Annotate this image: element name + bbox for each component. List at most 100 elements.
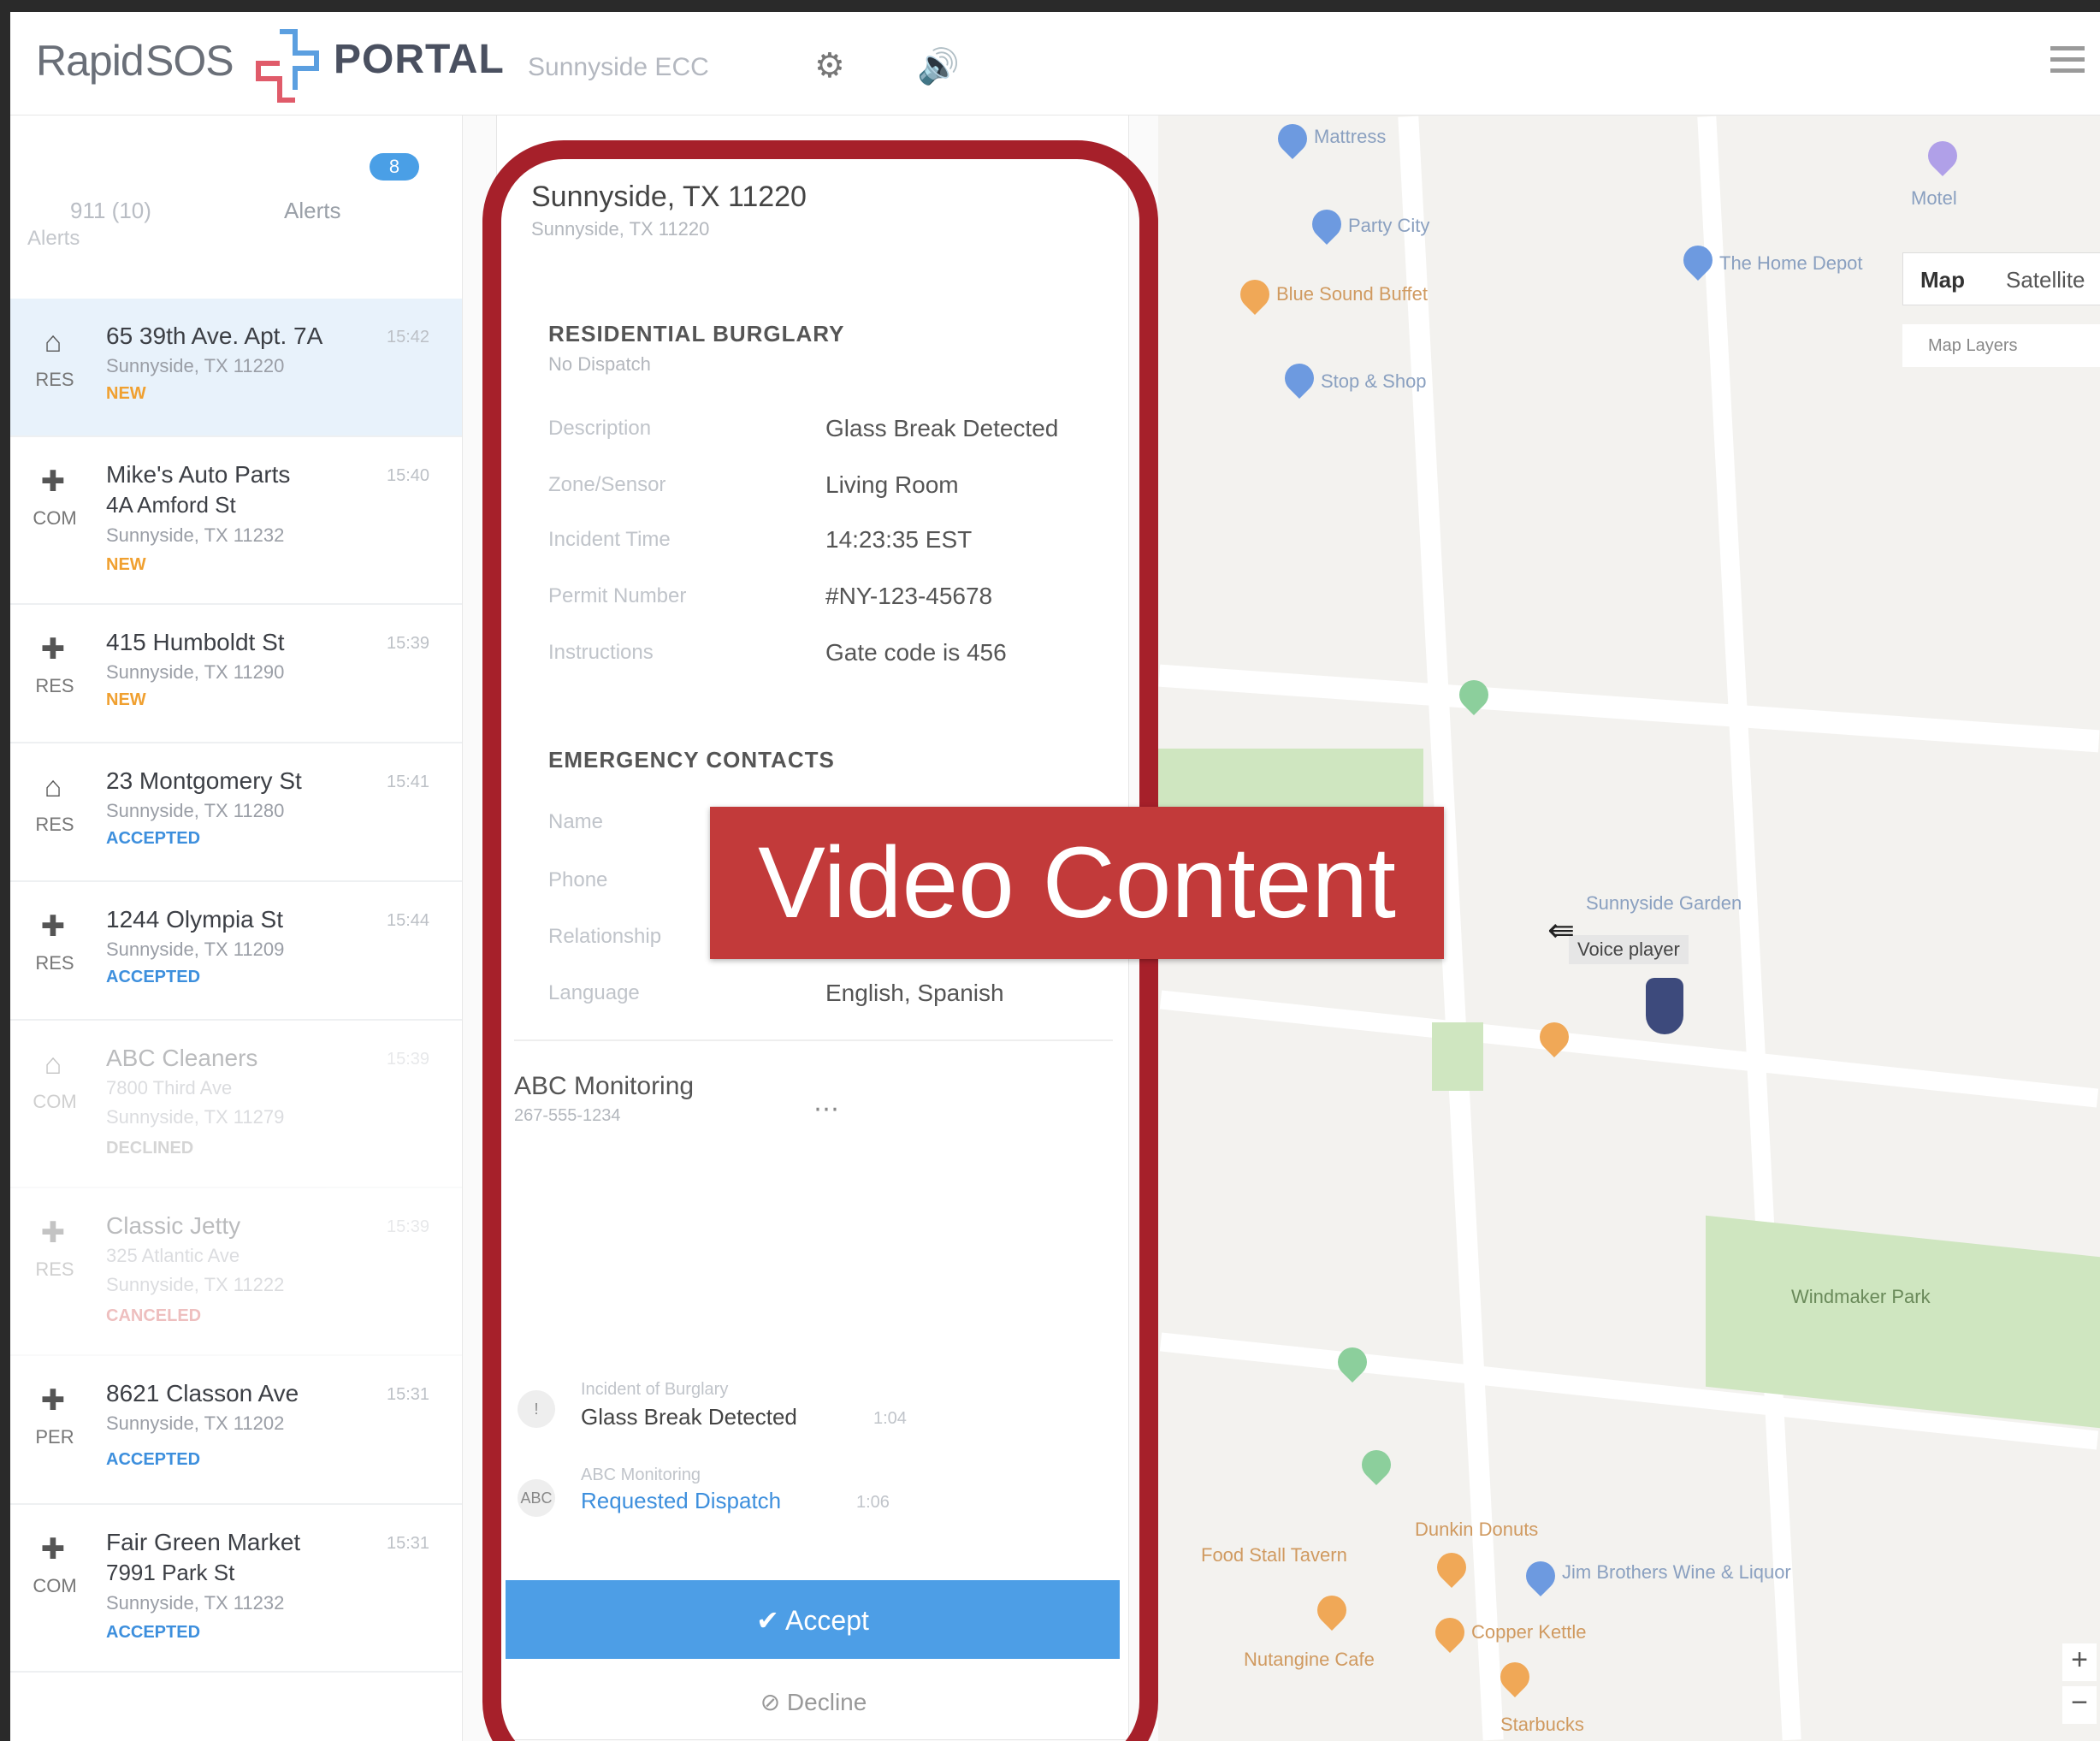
poi-label: Copper Kettle <box>1471 1621 1587 1643</box>
map-view-button[interactable]: Map <box>1920 267 1965 293</box>
alert-title: Classic Jetty <box>106 1212 241 1239</box>
alert-address: Sunnyside, TX 11202 <box>106 1412 285 1434</box>
status-badge: CANCELED <box>106 1306 202 1325</box>
alert-title: ABC Cleaners <box>106 1045 258 1071</box>
alerts-count-badge: 8 <box>370 153 419 181</box>
portal-title: PORTAL <box>334 37 505 82</box>
alert-type-code: RES <box>35 1258 74 1280</box>
alerts-sidebar: 911 (10) Alerts 8 Alerts ⌂ RES 65 39th A… <box>10 115 463 1741</box>
logo-text-rapid: Rapid <box>36 37 145 85</box>
poi-label: Motel <box>1911 187 1957 209</box>
zoom-out-button[interactable]: − <box>2062 1686 2097 1724</box>
incident-location-marker[interactable] <box>1646 978 1683 1034</box>
poi-label: Food Stall Tavern <box>1201 1544 1347 1566</box>
status-badge: NEW <box>106 690 146 709</box>
map-road <box>1697 115 1801 1741</box>
poi-label: Starbucks <box>1500 1714 1584 1735</box>
map-tooltip: Voice player <box>1569 935 1689 964</box>
volume-icon[interactable]: 🔊 <box>917 46 960 86</box>
alert-type-code: RES <box>35 675 74 696</box>
map-pin[interactable] <box>1331 1341 1374 1383</box>
person-icon: ✚ <box>40 1384 66 1417</box>
alert-time: 15:39 <box>387 1217 430 1236</box>
alert-time: 15:44 <box>387 911 430 930</box>
list-item[interactable]: ⌂ RES 65 39th Ave. Apt. 7A Sunnyside, TX… <box>10 299 462 437</box>
map-pin[interactable] <box>1430 1546 1473 1589</box>
alert-city: Sunnyside, TX 11232 <box>106 524 285 546</box>
satellite-view-button[interactable]: Satellite <box>2006 267 2085 293</box>
filter-label[interactable]: Alerts <box>27 227 80 251</box>
alert-list: ⌂ RES 65 39th Ave. Apt. 7A Sunnyside, TX… <box>10 299 462 1673</box>
map-pin[interactable] <box>1429 1611 1471 1654</box>
map-pin[interactable] <box>1519 1554 1562 1597</box>
status-badge: DECLINED <box>106 1139 194 1158</box>
alert-type-code: PER <box>35 1426 74 1448</box>
zoom-in-button[interactable]: + <box>2062 1643 2097 1681</box>
list-item[interactable]: ✚ RES 415 Humboldt St Sunnyside, TX 1129… <box>10 605 462 743</box>
alert-address: 4A Amford St <box>106 492 236 518</box>
logo-cross-icon <box>256 29 319 103</box>
list-item[interactable]: ⌂ COM ABC Cleaners 7800 Third Ave Sunnys… <box>10 1021 462 1188</box>
list-item[interactable]: ✚ RES 1244 Olympia St Sunnyside, TX 1120… <box>10 882 462 1021</box>
map-pin[interactable] <box>1921 134 1964 177</box>
map-pin[interactable] <box>1233 273 1276 316</box>
alert-type-code: RES <box>35 814 74 835</box>
status-badge: ACCEPTED <box>106 1623 201 1642</box>
alert-city: Sunnyside, TX 11222 <box>106 1274 285 1295</box>
alert-type-code: RES <box>35 952 74 974</box>
cross-icon: ✚ <box>40 633 66 666</box>
map-pin[interactable] <box>1310 1589 1353 1631</box>
poi-label: Stop & Shop <box>1321 370 1427 392</box>
map-pin[interactable] <box>1305 203 1348 246</box>
poi-label: Dunkin Donuts <box>1415 1519 1539 1540</box>
video-content-label: Video Content <box>710 807 1444 959</box>
status-badge: NEW <box>106 384 146 403</box>
alert-time: 15:41 <box>387 773 430 791</box>
alert-type-code: COM <box>33 1575 77 1596</box>
alert-time: 15:39 <box>387 634 430 653</box>
gear-icon[interactable]: ⚙ <box>814 46 845 86</box>
alert-time: 15:40 <box>387 466 430 485</box>
list-item[interactable]: ✚ RES Classic Jetty 325 Atlantic Ave Sun… <box>10 1188 462 1356</box>
house-icon: ⌂ <box>44 771 62 803</box>
map-pin[interactable] <box>1271 117 1314 160</box>
map-type-toggle: Map Satellite <box>1902 252 2100 305</box>
logo-text-sos: SOS <box>145 37 234 85</box>
list-item[interactable]: ✚ PER 8621 Classon Ave Sunnyside, TX 112… <box>10 1356 462 1505</box>
alert-city: Sunnyside, TX 11232 <box>106 1592 285 1614</box>
map-layers-dropdown[interactable]: Map Layers <box>1902 324 2100 367</box>
alert-title: Mike's Auto Parts <box>106 461 291 488</box>
status-badge: ACCEPTED <box>106 1450 201 1469</box>
map-pin[interactable] <box>1355 1443 1398 1486</box>
list-item[interactable]: ✚ COM Fair Green Market 7991 Park St Sun… <box>10 1505 462 1673</box>
poi-label: Mattress <box>1314 126 1387 147</box>
alert-time: 15:42 <box>387 328 430 346</box>
poi-label: The Home Depot <box>1719 252 1863 274</box>
alert-title: 1244 Olympia St <box>106 906 283 933</box>
alert-address: Sunnyside, TX 11209 <box>106 939 285 960</box>
hamburger-icon[interactable] <box>2050 46 2085 74</box>
alert-address: Sunnyside, TX 11280 <box>106 800 285 821</box>
tab-911[interactable]: 911 (10) <box>70 198 151 224</box>
building-icon: ⌂ <box>44 1048 62 1081</box>
alert-address: 325 Atlantic Ave <box>106 1245 240 1266</box>
alert-city: Sunnyside, TX 11279 <box>106 1106 285 1128</box>
alert-title: Fair Green Market <box>106 1529 301 1555</box>
header: Rapid SOS PORTAL Sunnyside ECC ⚙ 🔊 <box>10 12 2100 115</box>
alert-title: 8621 Classon Ave <box>106 1380 299 1406</box>
map-pin[interactable] <box>1278 357 1321 400</box>
map-road <box>1158 664 2100 753</box>
alert-address: Sunnyside, TX 11290 <box>106 661 285 683</box>
tab-alerts[interactable]: Alerts <box>284 198 340 224</box>
list-item[interactable]: ✚ COM Mike's Auto Parts 4A Amford St Sun… <box>10 437 462 605</box>
status-badge: ACCEPTED <box>106 968 201 986</box>
alert-type-code: COM <box>33 507 77 529</box>
alert-time: 15:31 <box>387 1534 430 1553</box>
poi-label: Jim Brothers Wine & Liquor <box>1562 1561 1791 1583</box>
alert-address: Sunnyside, TX 11220 <box>106 355 285 376</box>
list-item[interactable]: ⌂ RES 23 Montgomery St Sunnyside, TX 112… <box>10 743 462 882</box>
building-icon: ✚ <box>40 1533 66 1566</box>
psap-name: Sunnyside ECC <box>528 53 709 81</box>
alert-time: 15:39 <box>387 1050 430 1069</box>
alert-type-code: RES <box>35 369 74 390</box>
